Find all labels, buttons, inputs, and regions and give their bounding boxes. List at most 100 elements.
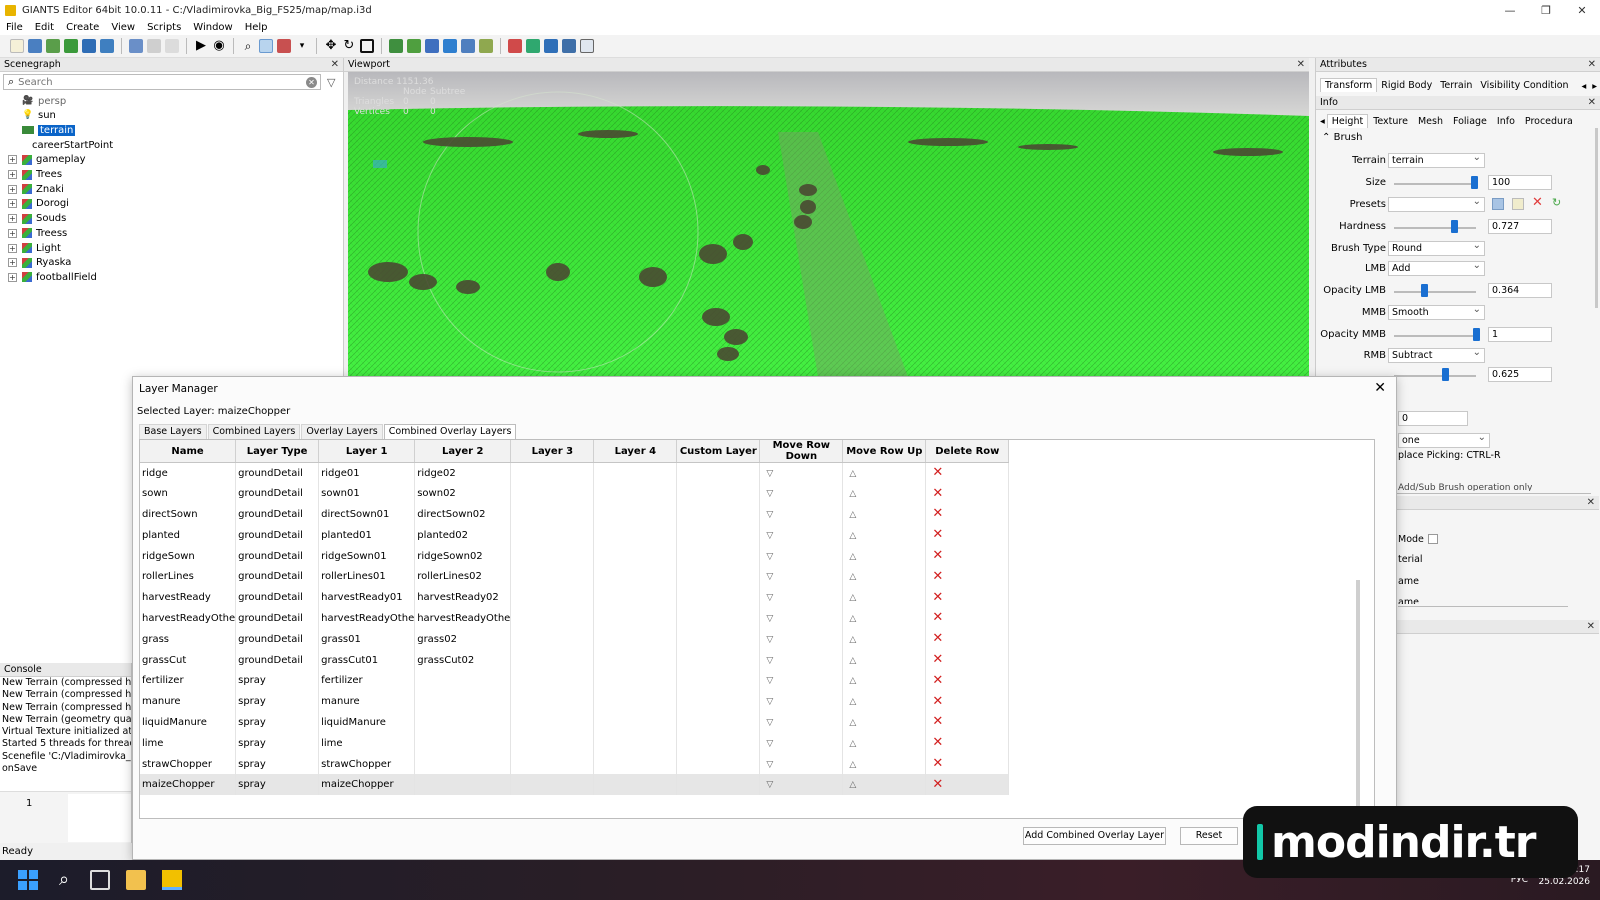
action-cell[interactable]: ✕ bbox=[925, 774, 1010, 796]
action-cell[interactable]: △ bbox=[842, 732, 927, 754]
table-cell[interactable]: lime bbox=[318, 732, 416, 754]
move-row-down-icon[interactable]: ▽ bbox=[762, 656, 773, 666]
add-combined-overlay-layer-button[interactable]: Add Combined Overlay Layer bbox=[1023, 827, 1166, 845]
scale-tool-icon[interactable] bbox=[360, 39, 374, 53]
table-cell-empty[interactable] bbox=[593, 649, 678, 671]
tree-item[interactable]: careerStartPoint bbox=[8, 138, 113, 152]
table-cell[interactable]: sown bbox=[140, 483, 237, 505]
delete-row-icon[interactable]: ✕ bbox=[928, 610, 943, 625]
clear-search-icon[interactable]: ✕ bbox=[306, 76, 317, 88]
table-cell[interactable]: harvestReadyOthe bbox=[140, 608, 237, 629]
tree-tool-icon[interactable] bbox=[479, 39, 493, 53]
tab-rigid-body[interactable]: Rigid Body bbox=[1377, 79, 1436, 92]
move-row-down-icon[interactable]: ▽ bbox=[762, 489, 773, 499]
table-cell[interactable]: harvestReadyOthe bbox=[318, 608, 416, 629]
hardness-field[interactable]: 0.727 bbox=[1488, 219, 1552, 234]
move-row-down-icon[interactable]: ▽ bbox=[762, 510, 773, 520]
move-row-down-icon[interactable]: ▽ bbox=[762, 760, 773, 770]
expand-icon[interactable]: + bbox=[8, 155, 17, 165]
action-cell[interactable]: △ bbox=[842, 462, 927, 484]
opacity-lmb-slider-track[interactable] bbox=[1394, 291, 1476, 293]
new-preset-icon[interactable] bbox=[1512, 198, 1524, 210]
table-cell[interactable]: groundDetail bbox=[235, 566, 320, 588]
action-cell[interactable]: ▽ bbox=[759, 732, 844, 754]
action-cell[interactable]: △ bbox=[842, 649, 927, 671]
move-row-up-icon[interactable]: △ bbox=[845, 656, 856, 666]
table-row[interactable]: harvestReadyOthe groundDetail harvestReady… bbox=[140, 608, 1010, 629]
table-cell[interactable]: grass bbox=[140, 628, 237, 650]
action-cell[interactable]: △ bbox=[842, 670, 927, 692]
table-cell-empty[interactable] bbox=[510, 649, 595, 671]
opacity-lmb-field[interactable]: 0.364 bbox=[1488, 283, 1552, 298]
subtab-procedural[interactable]: Procedura bbox=[1520, 115, 1578, 128]
table-cell-empty[interactable] bbox=[510, 504, 595, 525]
table-cell[interactable] bbox=[414, 774, 512, 796]
delete-row-icon[interactable]: ✕ bbox=[928, 777, 943, 792]
tree-item[interactable]: 🎥 persp bbox=[8, 94, 66, 108]
tree-item[interactable]: + Znaki bbox=[8, 182, 64, 196]
action-cell[interactable]: ✕ bbox=[925, 732, 1010, 754]
action-cell[interactable]: ▽ bbox=[759, 628, 844, 650]
tab-overlay-layers[interactable]: Overlay Layers bbox=[301, 424, 383, 439]
expand-icon[interactable]: + bbox=[8, 214, 17, 224]
size-slider-track[interactable] bbox=[1394, 183, 1476, 185]
table-cell[interactable]: strawChopper bbox=[140, 753, 237, 775]
expand-icon[interactable]: + bbox=[8, 272, 17, 282]
table-cell-empty[interactable] bbox=[593, 462, 678, 484]
table-cell-empty[interactable] bbox=[510, 712, 595, 733]
hardness-slider-track[interactable] bbox=[1394, 227, 1476, 229]
tree-item[interactable]: + gameplay bbox=[8, 153, 86, 167]
brush-type-select[interactable]: Round bbox=[1388, 239, 1485, 256]
table-cell[interactable]: ridge bbox=[140, 462, 237, 484]
action-cell[interactable]: ▽ bbox=[759, 608, 844, 629]
move-row-down-icon[interactable]: ▽ bbox=[762, 718, 773, 728]
lmb-select[interactable]: Add bbox=[1388, 259, 1485, 276]
delete-row-icon[interactable]: ✕ bbox=[928, 714, 943, 729]
action-cell[interactable]: △ bbox=[842, 774, 927, 796]
table-cell[interactable]: planted02 bbox=[414, 524, 512, 546]
table-cell-empty[interactable] bbox=[510, 732, 595, 754]
table-cell[interactable]: directSown bbox=[140, 504, 237, 525]
table-cell-empty[interactable] bbox=[676, 712, 761, 733]
tree-item[interactable]: + Souds bbox=[8, 212, 66, 226]
move-row-up-icon[interactable]: △ bbox=[845, 760, 856, 770]
expand-icon[interactable]: + bbox=[8, 199, 17, 209]
move-row-up-icon[interactable]: △ bbox=[845, 572, 856, 582]
close-button[interactable]: ✕ bbox=[1564, 4, 1600, 17]
action-cell[interactable]: ▽ bbox=[759, 566, 844, 588]
delete-row-icon[interactable]: ✕ bbox=[928, 486, 943, 501]
move-row-down-icon[interactable]: ▽ bbox=[762, 593, 773, 603]
action-cell[interactable]: ✕ bbox=[925, 587, 1010, 609]
table-cell[interactable]: groundDetail bbox=[235, 524, 320, 546]
column-header[interactable]: Move Row Up bbox=[842, 440, 927, 463]
table-cell-empty[interactable] bbox=[593, 545, 678, 567]
action-cell[interactable]: △ bbox=[842, 628, 927, 650]
table-cell[interactable]: directSown02 bbox=[414, 504, 512, 525]
action-cell[interactable]: ▽ bbox=[759, 483, 844, 505]
tree-item[interactable]: + Light bbox=[8, 241, 61, 255]
giants-editor-task-icon[interactable] bbox=[162, 870, 182, 890]
delete-row-icon[interactable]: ✕ bbox=[928, 694, 943, 709]
action-cell[interactable]: ▽ bbox=[759, 462, 844, 484]
move-row-up-icon[interactable]: △ bbox=[845, 697, 856, 707]
action-cell[interactable]: ▽ bbox=[759, 753, 844, 775]
table-cell[interactable]: fertilizer bbox=[140, 670, 237, 692]
opacity-rmb-slider-track[interactable] bbox=[1394, 375, 1476, 377]
tab-combined-overlay-layers[interactable]: Combined Overlay Layers bbox=[383, 424, 517, 439]
mmb-select[interactable]: Smooth bbox=[1388, 303, 1485, 320]
table-cell-empty[interactable] bbox=[676, 545, 761, 567]
terrain-tool-icon[interactable] bbox=[389, 39, 403, 53]
action-cell[interactable]: ✕ bbox=[925, 566, 1010, 588]
table-cell[interactable] bbox=[414, 753, 512, 775]
tree-item[interactable]: + Ryaska bbox=[8, 256, 71, 270]
move-row-down-icon[interactable]: ▽ bbox=[762, 614, 773, 624]
table-cell[interactable] bbox=[414, 732, 512, 754]
table-cell[interactable]: fertilizer bbox=[318, 670, 416, 692]
table-cell[interactable]: planted bbox=[140, 524, 237, 546]
table-cell[interactable]: groundDetail bbox=[235, 628, 320, 650]
filter-icon[interactable]: ▽ bbox=[327, 76, 335, 89]
column-header[interactable]: Delete Row bbox=[925, 440, 1010, 463]
tab-transform[interactable]: Transform bbox=[1320, 78, 1378, 92]
settings-icon[interactable] bbox=[562, 39, 576, 53]
reset-button[interactable]: Reset bbox=[1180, 827, 1238, 845]
